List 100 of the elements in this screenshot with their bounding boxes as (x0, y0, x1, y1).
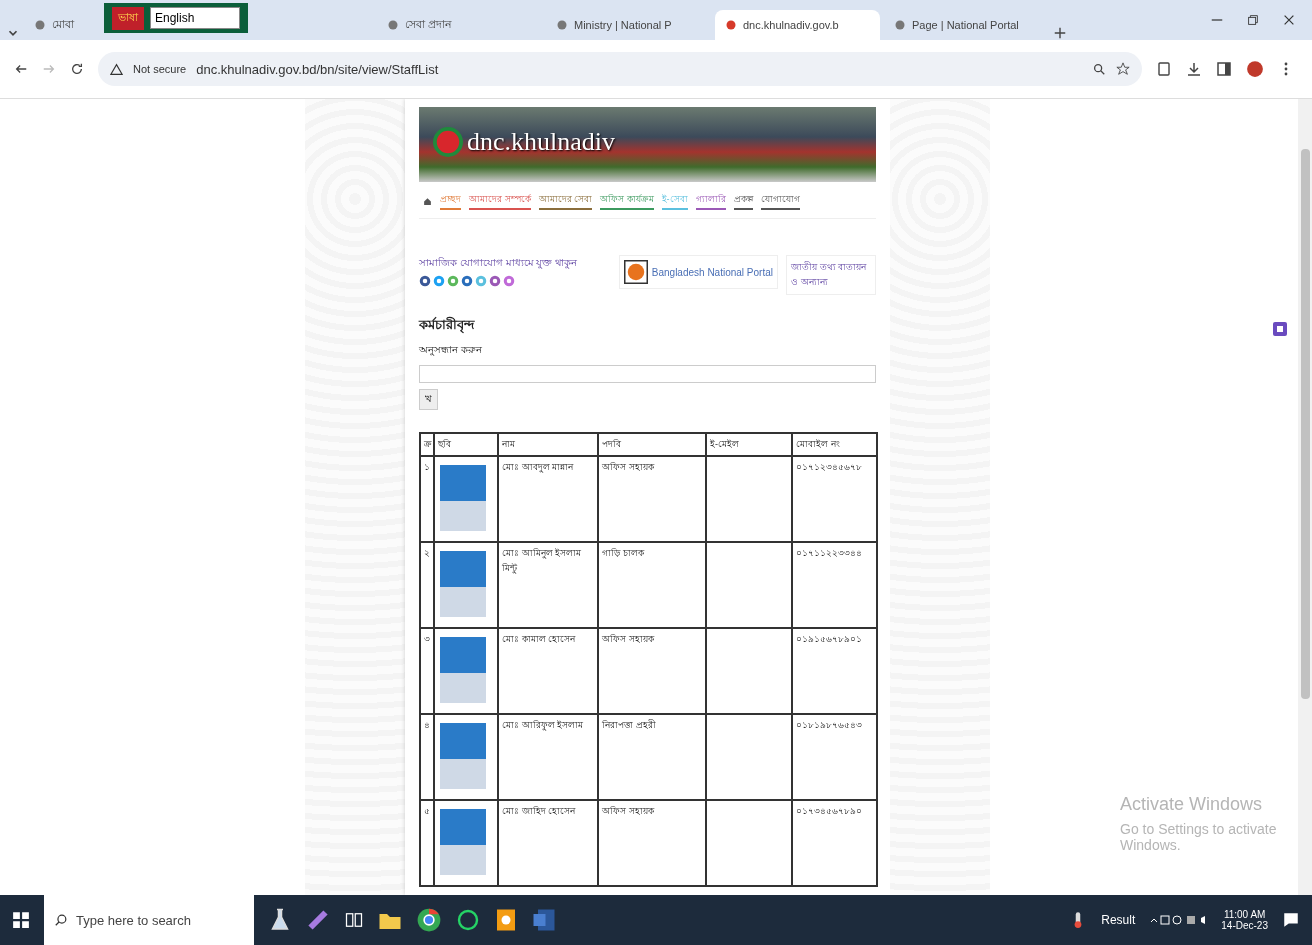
column-header: মোবাইল নং (792, 433, 877, 456)
forward-icon (42, 62, 56, 76)
reload-icon[interactable] (70, 62, 84, 76)
social-icon[interactable] (461, 275, 473, 287)
portal-title: Bangladesh National Portal (651, 266, 773, 278)
table-cell: ০১৮১৯৮৭৬৫৪৩ (792, 714, 877, 800)
globe-icon (894, 19, 906, 31)
zoom-icon[interactable] (1092, 62, 1106, 76)
table-cell: ৫ (420, 800, 434, 886)
search-icon (54, 913, 68, 927)
social-label: সামাজিক যোগাযোগ মাধ্যমে যুক্ত থাকুন (419, 256, 579, 271)
search-button[interactable]: খ (419, 389, 438, 410)
column-header: নাম (498, 433, 598, 456)
task-view-icon[interactable] (344, 910, 364, 930)
scroll-thumb[interactable] (1300, 149, 1310, 699)
globe-icon (387, 19, 399, 31)
social-icon[interactable] (489, 275, 501, 287)
avatar-icon[interactable] (1246, 60, 1264, 78)
extensions-icon[interactable] (1156, 61, 1172, 77)
table-cell: ০১৭১১২২৩৩৪৪ (792, 542, 877, 628)
table-cell: ২ (420, 542, 434, 628)
photo-placeholder (440, 637, 486, 703)
side-panel-icon[interactable] (1216, 61, 1232, 77)
menu-link[interactable]: অফিস কার্যক্রম (600, 192, 654, 210)
taskbar-search-field[interactable]: Type here to search (44, 895, 254, 945)
chrome-icon[interactable] (416, 907, 442, 933)
table-cell: ০১৯১৫৬৭৮৯০১ (792, 628, 877, 714)
clock-time[interactable]: 11:00 AM (1223, 909, 1266, 920)
weather-label[interactable]: Result (1101, 913, 1136, 927)
column-header: ছবি (434, 433, 498, 456)
emblem-icon (433, 127, 463, 157)
new-tab-icon[interactable] (1053, 26, 1067, 40)
tray-icons-drawing[interactable] (1149, 912, 1208, 928)
table-cell: অফিস সহায়ক (598, 456, 706, 542)
photo-placeholder (440, 465, 486, 531)
browser-tab[interactable]: সেবা প্রদান (377, 10, 542, 40)
globe-icon (725, 19, 737, 31)
social-icon[interactable] (419, 275, 431, 287)
clock-date[interactable]: 14-Dec-23 (1221, 920, 1268, 931)
back-icon[interactable] (14, 62, 28, 76)
photo-placeholder (440, 809, 486, 875)
table-cell: ০১৭১২৩৪৫৬৭৮ (792, 456, 877, 542)
table-cell: মোঃ আমিনুল ইসলাম মিন্টু (498, 542, 598, 628)
browser-tab[interactable]: Page | National Portal (884, 10, 1049, 40)
search-field[interactable] (419, 365, 876, 383)
globe-icon (556, 19, 568, 31)
social-icon[interactable] (503, 275, 515, 287)
menu-link[interactable]: গ্যালারি (695, 192, 726, 210)
menu-link[interactable]: আমাদের সেবা (538, 192, 593, 210)
word-icon[interactable] (532, 908, 556, 932)
section-heading: কর্মচারীবৃন্দ (419, 315, 476, 335)
notification-icon[interactable] (1282, 911, 1300, 929)
photo-placeholder (440, 723, 486, 789)
photo-placeholder (440, 551, 486, 617)
language-select[interactable]: English (150, 7, 240, 29)
table-cell: ০১৭৩৪৫৬৭৮৯০ (792, 800, 877, 886)
side-link[interactable]: জাতীয় তথ্য বাতায়ন ও অন্যান্য (786, 255, 876, 295)
language-label: ভাষা (112, 6, 144, 30)
globe-icon (34, 19, 46, 31)
table-cell: ৪ (420, 714, 434, 800)
table-cell: নিরাপত্তা প্রহরী (598, 714, 706, 800)
download-icon[interactable] (1186, 61, 1202, 77)
column-header: পদবি (598, 433, 706, 456)
table-cell: অফিস সহায়ক (598, 628, 706, 714)
table-cell: অফিস সহায়ক (598, 800, 706, 886)
scrollbar[interactable] (1298, 99, 1312, 895)
star-icon[interactable] (1116, 62, 1130, 76)
table-cell: গাড়ি চালক (598, 542, 706, 628)
social-icon[interactable] (433, 275, 445, 287)
site-logo-text: dnc.khulnadiv (467, 127, 616, 157)
table-cell: মোঃ কামাল হোসেন (498, 628, 598, 714)
browser-tab[interactable]: dnc.khulnadiv.gov.b (715, 10, 880, 40)
menu-link[interactable]: যোগাযোগ (760, 192, 800, 210)
document-icon[interactable] (494, 908, 518, 932)
portal-card[interactable]: Bangladesh National Portal (618, 255, 778, 289)
table-cell: মোঃ জাহিদ হোসেন (498, 800, 598, 886)
column-header: ক্র (420, 433, 434, 456)
emblem-icon (623, 260, 648, 284)
url-text: dnc.khulnadiv.gov.bd/bn/site/view/StaffList (196, 61, 439, 77)
table-cell: মোঃ আবদুল মান্নান (498, 456, 598, 542)
activation-message: Go to Settings to activate Windows. (1120, 821, 1278, 853)
activation-title: Activate Windows (1120, 794, 1263, 815)
column-header: ই-মেইল (706, 433, 792, 456)
browser-tab[interactable]: মোবা (24, 10, 104, 40)
menu-link[interactable]: আমাদের সম্পর্কে (469, 192, 531, 210)
home-icon[interactable] (423, 196, 432, 206)
table-cell: ১ (420, 456, 434, 542)
language-widget[interactable]: ভাষা English (104, 3, 248, 33)
restore-icon[interactable] (1246, 13, 1260, 27)
close-icon[interactable] (1282, 13, 1296, 27)
warning-icon (110, 62, 123, 76)
science-icon[interactable] (268, 908, 292, 932)
address-bar[interactable]: Not secure dnc.khulnadiv.gov.bd/bn/site/view/StaffList (98, 52, 1142, 86)
windows-start-icon[interactable] (12, 911, 30, 929)
table-cell: ৩ (420, 628, 434, 714)
security-label: Not secure (133, 63, 187, 75)
browser-tab[interactable]: Ministry | National P (546, 10, 711, 40)
menu-link[interactable]: প্রকল্প (733, 192, 753, 210)
search-label: অনুসন্ধান করুন (419, 343, 483, 358)
chat-icon[interactable] (456, 908, 480, 932)
